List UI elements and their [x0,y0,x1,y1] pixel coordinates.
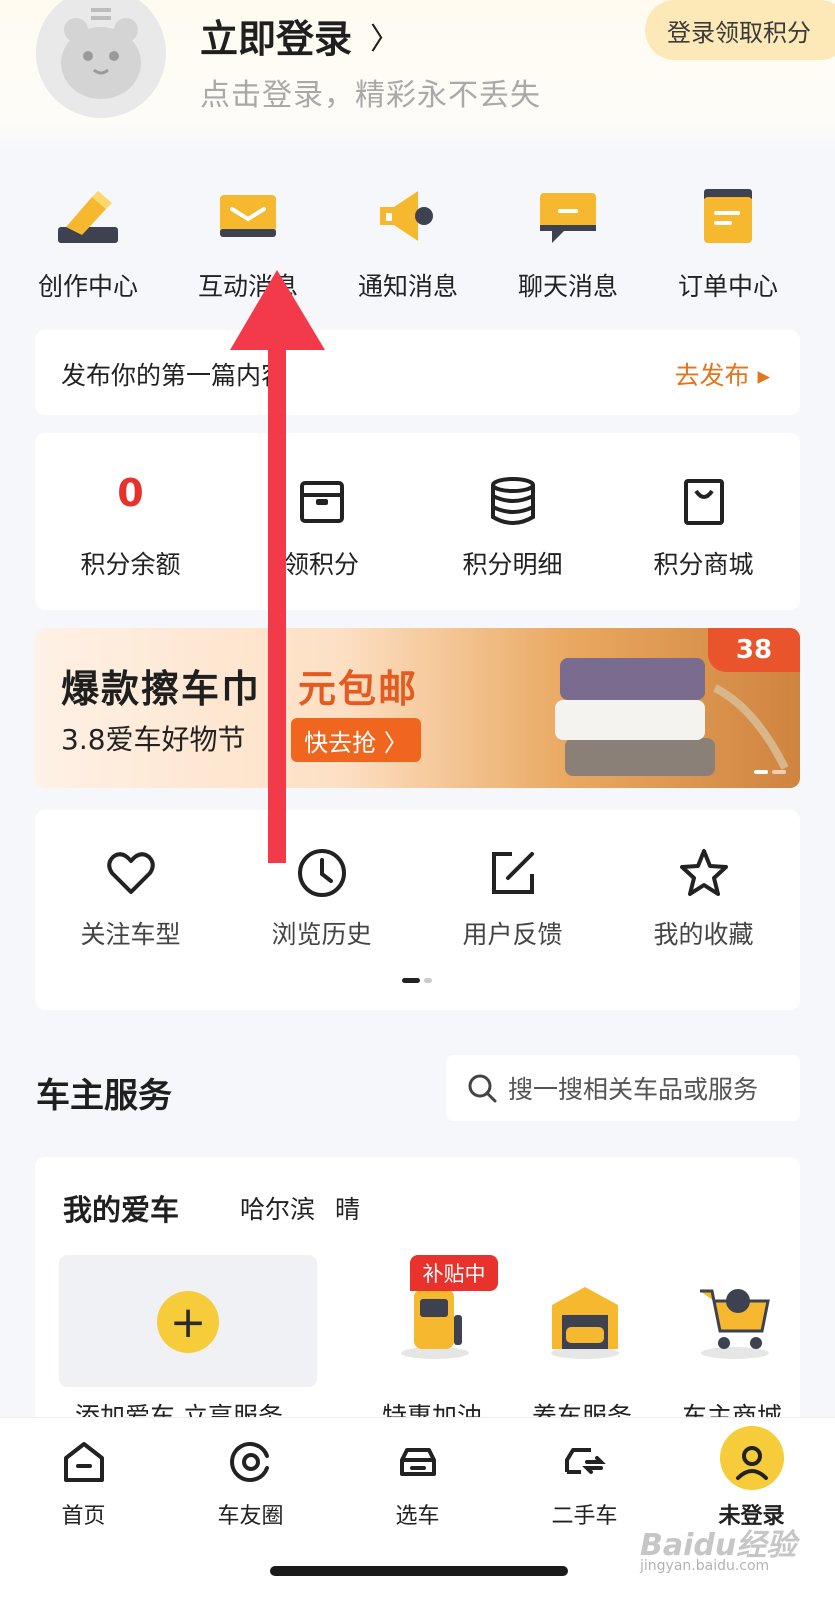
order-list-icon [704,189,752,243]
promo-banner[interactable]: 爆款擦车巾 元包邮 3.8爱车好物节 快去抢 〉 38 [35,628,800,788]
quick-item-creator-center[interactable]: 创作中心 [8,175,168,315]
banner-pager [754,770,786,774]
tool-my-favorites[interactable]: 我的收藏 [608,810,799,970]
megaphone-icon [380,191,433,241]
points-mall[interactable]: 积分商城 [608,433,799,610]
points-card: 0 积分余额 领积分 积分明细 积分商城 [35,433,800,610]
banner-headline: 爆款擦车巾 [61,667,262,711]
pencil-icon [58,191,118,243]
circle-icon [229,1442,269,1482]
quick-item-chat-messages[interactable]: 聊天消息 [488,175,648,315]
service-section-title: 车主服务 [36,1076,172,1116]
points-balance[interactable]: 0 积分余额 [35,433,226,610]
login-points-button[interactable]: 登录领取积分 [645,0,835,60]
tools-pager [402,978,432,983]
edit-icon [491,852,534,894]
tab-home[interactable]: 首页 [0,1418,167,1538]
profile-header: 立即登录 〉 点击登录，精彩永不丢失 登录领取积分 [0,0,835,150]
plus-icon: + [157,1291,219,1353]
used-car-icon [564,1448,606,1474]
banner-headline-accent: 元包邮 [298,667,419,711]
weather-city: 哈尔滨 [240,1195,316,1224]
login-subtitle: 点击登录，精彩永不丢失 [200,78,541,113]
publish-prompt: 发布你的第一篇内容 [61,361,287,390]
user-icon [735,1446,768,1480]
car-icon [399,1448,436,1476]
quick-item-order-center[interactable]: 订单中心 [648,175,808,315]
add-car-button[interactable]: + [59,1255,317,1387]
home-indicator[interactable] [270,1566,568,1576]
login-title: 立即登录 [200,17,353,61]
banner-cta-button[interactable]: 快去抢 〉 [291,718,421,762]
tools-card: 关注车型 浏览历史 用户反馈 我的收藏 [35,810,800,1010]
points-balance-value: 0 [117,471,144,515]
service-owner-mall[interactable]: 车主商城 [657,1255,800,1417]
points-detail[interactable]: 积分明细 [417,433,608,610]
avatar[interactable] [36,0,166,118]
envelope-icon [220,195,276,237]
tool-browse-history[interactable]: 浏览历史 [226,810,417,970]
clock-icon [297,849,346,897]
heart-icon [106,852,155,894]
car-garage-icon [551,1287,619,1359]
tool-followed-models[interactable]: 关注车型 [35,810,226,970]
tool-user-feedback[interactable]: 用户反馈 [417,810,608,970]
my-car-title: 我的爱车 [63,1193,180,1227]
banner-tag: 38 [708,628,800,672]
tab-community[interactable]: 车友圈 [167,1418,334,1538]
chevron-right-icon: 〉 [370,21,401,57]
star-icon [679,849,728,896]
database-icon [490,477,535,525]
quick-item-notifications[interactable]: 通知消息 [328,175,488,315]
add-car-label: 添加爱车 立享服务 [75,1402,283,1417]
tab-choose-car[interactable]: 选车 [334,1418,501,1538]
chat-bubble-icon [540,193,596,243]
watermark-url: jingyan.baidu.com [640,1558,770,1574]
search-icon [468,1074,497,1103]
service-car-maintenance[interactable]: 养车服务 [507,1255,657,1417]
subsidy-badge: 补贴中 [410,1255,498,1291]
points-claim[interactable]: 领积分 [226,433,417,610]
service-search-input[interactable]: 搜一搜相关车品或服务 [446,1055,800,1121]
shopping-cart-icon [700,1289,770,1359]
quick-item-interaction-messages[interactable]: 互动消息 [168,175,328,315]
publish-button[interactable]: 去发布 ▸ [675,356,771,392]
search-placeholder: 搜一搜相关车品或服务 [508,1075,759,1104]
quick-actions: 创作中心 互动消息 通知消息 聊天消息 订单中心 [0,175,835,315]
publish-card[interactable]: 发布你的第一篇内容 去发布 ▸ [35,330,800,415]
home-icon [63,1442,104,1482]
weather-condition: 晴 [335,1195,361,1224]
banner-subline: 3.8爱车好物节 [61,723,246,756]
login-link[interactable]: 立即登录 〉 [200,8,400,63]
my-car-card: 我的爱车 哈尔滨 晴 + 添加爱车 立享服务 特惠加油 补贴中 养车服务 车主商… [35,1157,800,1417]
gift-box-icon [299,481,344,523]
shopping-bag-icon [683,479,724,525]
